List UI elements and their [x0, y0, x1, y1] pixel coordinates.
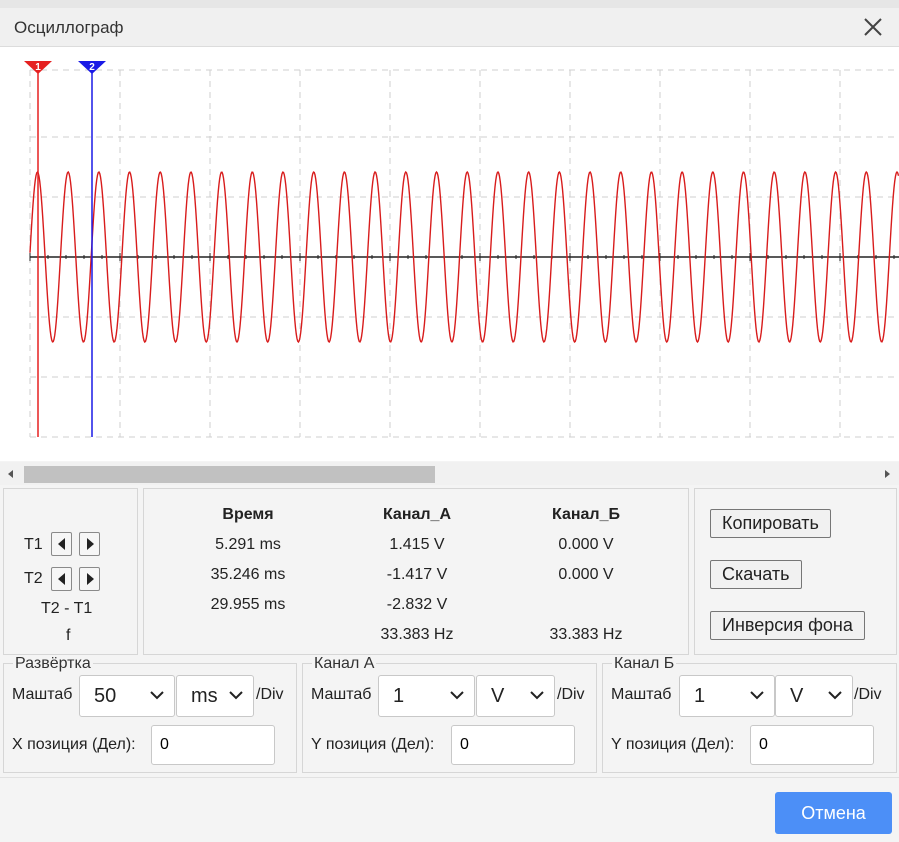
channel-a-legend: Канал А	[312, 655, 377, 672]
oscilloscope-screen[interactable]: 12	[0, 47, 899, 461]
channel-a-scale-select[interactable]: 1	[378, 675, 475, 717]
t2-label: T2	[24, 570, 43, 587]
freq-channel-a-value: 33.383 Hz	[380, 626, 454, 643]
channel-b-scale-label: Маштаб	[611, 686, 672, 703]
delta-label: T2 - T1	[41, 600, 93, 617]
channel-b-scale-select[interactable]: 1	[679, 675, 775, 717]
channel-a-scale-value: 1	[393, 685, 405, 707]
waveform-plot: 12	[24, 61, 899, 438]
t1-right-button[interactable]	[79, 532, 100, 556]
scrollbar-thumb[interactable]	[24, 466, 435, 483]
timebase-per-div: /Div	[256, 686, 284, 703]
channel-a-scale-label: Маштаб	[311, 686, 372, 703]
channel-a-per-div: /Div	[557, 686, 585, 703]
measurement-readout: Время Канал_А Канал_Б 5.291 ms 1.415 V 0…	[143, 488, 689, 655]
channel-b-y-position-field[interactable]	[759, 736, 859, 754]
cursor-1-label: 1	[35, 62, 41, 73]
header-channel-b: Канал_Б	[552, 506, 620, 523]
chevron-down-icon	[828, 691, 842, 700]
t1-time-value: 5.291 ms	[215, 536, 281, 553]
cancel-button[interactable]: Отмена	[775, 792, 892, 834]
t1-left-button[interactable]	[51, 532, 72, 556]
chevron-down-icon	[150, 691, 164, 700]
actions-panel: Копировать Скачать Инверсия фона	[694, 488, 897, 655]
t2-channel-b-value: 0.000 V	[558, 566, 614, 583]
horizontal-scrollbar[interactable]	[0, 462, 899, 485]
dialog-title: Осциллограф	[14, 18, 124, 37]
x-position-field[interactable]	[160, 736, 260, 754]
channel-b-per-div: /Div	[854, 686, 882, 703]
t2-channel-a-value: -1.417 V	[386, 566, 448, 583]
chevron-down-icon	[229, 691, 243, 700]
frequency-label: f	[66, 627, 71, 644]
channel-a-group: Канал А Маштаб 1 V /Div Y позиция (Дел):	[302, 655, 597, 773]
channel-b-unit-select[interactable]: V	[775, 675, 853, 717]
timebase-group: Развёртка Маштаб 50 ms /Div X позиция (Д…	[3, 655, 297, 773]
title-bar: Осциллограф	[0, 8, 899, 47]
channel-a-y-position-label: Y позиция (Дел):	[311, 736, 435, 753]
channel-b-y-position-input[interactable]	[750, 725, 874, 765]
channel-a-unit-value: V	[491, 685, 505, 707]
t2-left-button[interactable]	[51, 567, 72, 591]
channel-a-y-position-field[interactable]	[460, 736, 560, 754]
channel-a-unit-select[interactable]: V	[476, 675, 555, 717]
delta-time-value: 29.955 ms	[210, 596, 286, 613]
channel-b-legend: Канал Б	[612, 655, 677, 672]
header-time: Время	[222, 506, 274, 523]
cursor-panel: T1 T2 T2 - T1 f	[3, 488, 138, 655]
scroll-left-icon[interactable]	[5, 467, 17, 479]
invert-background-button[interactable]: Инверсия фона	[710, 611, 865, 640]
chevron-down-icon	[530, 691, 544, 700]
chevron-down-icon	[450, 691, 464, 700]
t2-right-button[interactable]	[79, 567, 100, 591]
timebase-scale-value: 50	[94, 685, 117, 707]
delta-channel-a-value: -2.832 V	[386, 596, 448, 613]
channel-b-unit-value: V	[790, 685, 804, 707]
header-channel-a: Канал_А	[382, 506, 452, 523]
timebase-legend: Развёртка	[13, 655, 93, 672]
x-position-input[interactable]	[151, 725, 275, 765]
chevron-down-icon	[750, 691, 764, 700]
close-icon[interactable]	[861, 15, 885, 39]
t2-time-value: 35.246 ms	[210, 566, 286, 583]
timebase-unit-select[interactable]: ms	[176, 675, 254, 717]
cursor-2-label: 2	[89, 62, 95, 73]
scroll-right-icon[interactable]	[881, 467, 893, 479]
channel-a-y-position-input[interactable]	[451, 725, 575, 765]
channel-b-y-position-label: Y позиция (Дел):	[611, 736, 735, 753]
download-button[interactable]: Скачать	[710, 560, 802, 589]
channel-b-group: Канал Б Маштаб 1 V /Div Y позиция (Дел):	[602, 655, 897, 773]
timebase-unit-value: ms	[191, 685, 218, 707]
t1-channel-a-value: 1.415 V	[389, 536, 445, 553]
x-position-label: X позиция (Дел):	[12, 736, 136, 753]
freq-channel-b-value: 33.383 Hz	[549, 626, 623, 643]
copy-button[interactable]: Копировать	[710, 509, 831, 538]
timebase-scale-select[interactable]: 50	[79, 675, 175, 717]
timebase-scale-label: Маштаб	[12, 686, 73, 703]
dialog-footer: Отмена	[0, 777, 899, 842]
t1-label: T1	[24, 536, 43, 553]
t1-channel-b-value: 0.000 V	[558, 536, 614, 553]
channel-b-scale-value: 1	[694, 685, 706, 707]
